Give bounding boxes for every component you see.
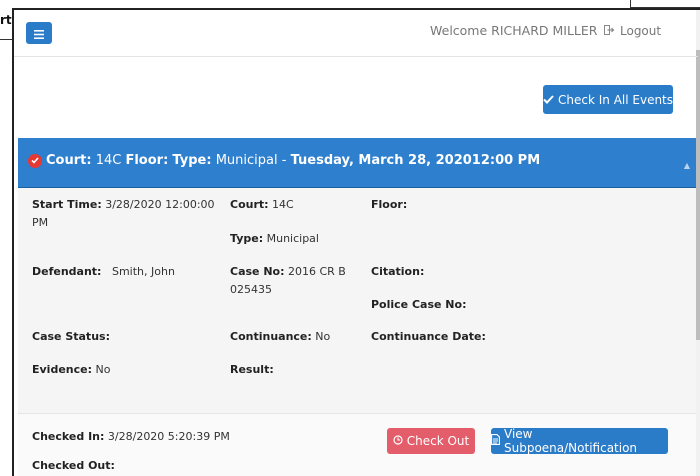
- type-value: Municipal: [266, 232, 319, 245]
- police-case-field: Police Case No:: [371, 296, 466, 314]
- start-time-field: Start Time: 3/28/2020 12:00:00 PM: [32, 196, 215, 232]
- cancel-status-icon: [28, 153, 42, 168]
- hamburger-menu-button[interactable]: [26, 22, 52, 44]
- checked-out-label: Checked Out:: [32, 459, 115, 472]
- event-title: Court: 14C Floor: Type: Municipal - Tues…: [28, 153, 540, 168]
- event-separator: -: [281, 153, 287, 168]
- case-status-label: Case Status:: [32, 330, 110, 343]
- defendant-field: Defendant: Smith, John: [32, 263, 175, 281]
- result-field: Result:: [230, 361, 274, 379]
- defendant-value: Smith, John: [111, 265, 175, 278]
- check-in-all-label: Check In All Events: [558, 92, 674, 107]
- event-floor-label: Floor:: [125, 153, 169, 168]
- court-field: Court: 14C: [230, 196, 294, 214]
- top-navbar: Welcome RICHARD MILLER Logout: [14, 10, 698, 57]
- scrollbar-thumb[interactable]: [696, 50, 700, 340]
- event-type-label: Type:: [172, 153, 212, 168]
- continuance-label: Continuance:: [230, 330, 312, 343]
- continuance-date-label: Continuance Date:: [371, 330, 486, 343]
- continuance-date-field: Continuance Date:: [371, 328, 486, 346]
- check-in-all-events-button[interactable]: Check In All Events: [543, 85, 673, 114]
- evidence-value: No: [95, 363, 111, 376]
- checkmark-icon: [543, 93, 554, 107]
- checked-in-field: Checked In: 3/28/2020 5:20:39 PM: [32, 428, 230, 446]
- start-time-value-cont: PM: [32, 216, 49, 229]
- floor-label: Floor:: [371, 198, 408, 211]
- sign-out-icon: [604, 24, 615, 38]
- continuance-value: No: [315, 330, 331, 343]
- scrollbar[interactable]: [696, 10, 700, 476]
- evidence-field: Evidence: No: [32, 361, 110, 379]
- case-no-value: 2016 CR B: [288, 265, 346, 278]
- type-field: Type: Municipal: [230, 230, 319, 248]
- evidence-label: Evidence:: [32, 363, 93, 376]
- citation-field: Citation:: [371, 263, 424, 281]
- start-time-label: Start Time:: [32, 198, 102, 211]
- case-no-field: Case No: 2016 CR B 025435: [230, 263, 346, 299]
- check-out-button[interactable]: Check Out: [387, 428, 475, 454]
- type-label: Type:: [230, 232, 264, 245]
- checked-out-field: Checked Out:: [32, 457, 115, 475]
- case-no-value-cont: 025435: [230, 283, 272, 296]
- menu-icon: [34, 24, 44, 43]
- citation-label: Citation:: [371, 265, 425, 278]
- start-time-value: 3/28/2020 12:00:00: [105, 198, 215, 211]
- court-value: 14C: [272, 198, 294, 211]
- background-tab-text: rt: [0, 13, 12, 27]
- result-label: Result:: [230, 363, 274, 376]
- event-court-value: 14C: [95, 153, 122, 168]
- clock-icon: [393, 434, 403, 448]
- logout-link[interactable]: Logout: [604, 24, 661, 38]
- event-datetime: Tuesday, March 28, 202012:00 PM: [290, 153, 541, 168]
- continuance-field: Continuance: No: [230, 328, 330, 346]
- logout-label: Logout: [620, 24, 662, 38]
- case-no-label: Case No:: [230, 265, 285, 278]
- event-panel-header[interactable]: Court: 14C Floor: Type: Municipal - Tues…: [18, 138, 696, 188]
- police-case-label: Police Case No:: [371, 298, 467, 311]
- event-court-label: Court:: [46, 153, 92, 168]
- court-label: Court:: [230, 198, 269, 211]
- floor-field: Floor:: [371, 196, 407, 214]
- view-subpoena-label: View Subpoena/Notification: [504, 427, 638, 455]
- case-status-field: Case Status:: [32, 328, 110, 346]
- view-subpoena-button[interactable]: View Subpoena/Notification: [491, 427, 668, 455]
- checked-in-value: 3/28/2020 5:20:39 PM: [107, 430, 230, 443]
- event-type-value: Municipal: [215, 153, 278, 168]
- background-window-tab: rt: [0, 0, 12, 40]
- collapse-caret-icon[interactable]: ▲: [684, 161, 690, 170]
- welcome-message: Welcome RICHARD MILLER: [430, 23, 598, 38]
- document-icon: [491, 434, 500, 448]
- app-window: Welcome RICHARD MILLER Logout Check In A…: [12, 8, 700, 476]
- checked-in-label: Checked In:: [32, 430, 105, 443]
- defendant-label: Defendant:: [32, 265, 102, 278]
- check-out-label: Check Out: [406, 434, 470, 448]
